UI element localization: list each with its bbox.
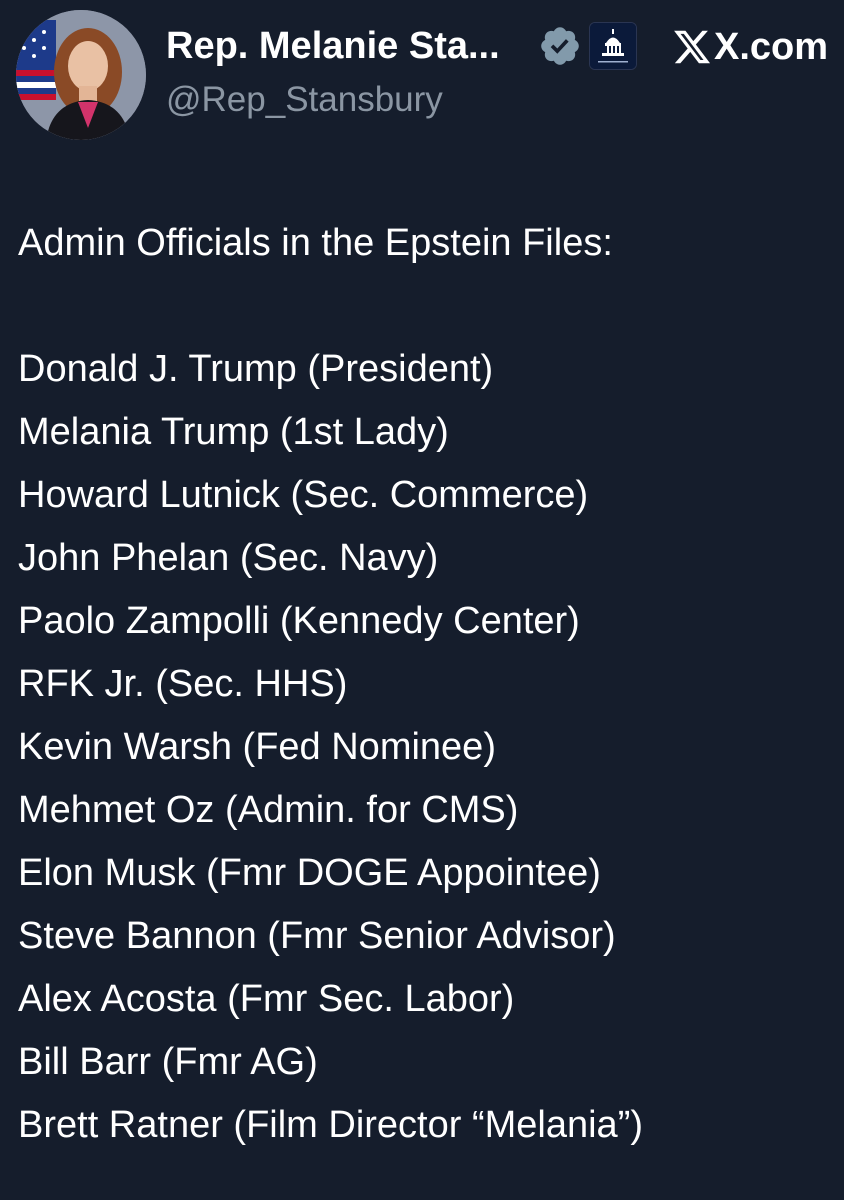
list-item: RFK Jr. (Sec. HHS) [18, 663, 348, 705]
avatar[interactable] [16, 10, 146, 140]
post-header: Rep. Melanie Sta... X.com @Rep_Stansbury [0, 0, 844, 150]
list-item: Alex Acosta (Fmr Sec. Labor) [18, 978, 515, 1020]
list-item: John Phelan (Sec. Navy) [18, 537, 439, 579]
profile-photo-icon [16, 10, 146, 140]
affiliation-badge[interactable] [589, 22, 637, 70]
post-title: Admin Officials in the Epstein Files: [18, 222, 613, 264]
list-item: Donald J. Trump (President) [18, 348, 494, 390]
display-name[interactable]: Rep. Melanie Sta... [166, 22, 500, 70]
list-item: Mehmet Oz (Admin. for CMS) [18, 789, 519, 831]
list-item: Paolo Zampolli (Kennedy Center) [18, 600, 580, 642]
official-list: Donald J. Trump (President) Melania Trum… [18, 338, 828, 1157]
list-item: Elon Musk (Fmr DOGE Appointee) [18, 852, 601, 894]
list-item: Kevin Warsh (Fed Nominee) [18, 726, 496, 768]
x-logo-icon [674, 30, 711, 64]
capitol-building-icon [590, 23, 636, 69]
list-item: Brett Ratner (Film Director “Melania”) [18, 1104, 643, 1146]
x-brand: X.com [672, 24, 828, 70]
list-item: Howard Lutnick (Sec. Commerce) [18, 474, 589, 516]
verified-badge-icon [541, 27, 579, 65]
x-domain-label: X.com [714, 26, 829, 68]
list-item: Bill Barr (Fmr AG) [18, 1041, 318, 1083]
handle[interactable]: @Rep_Stansbury [166, 78, 443, 122]
list-item: Melania Trump (1st Lady) [18, 411, 449, 453]
list-item: Steve Bannon (Fmr Senior Advisor) [18, 915, 616, 957]
post-text: Admin Officials in the Epstein Files: Do… [18, 212, 828, 1157]
